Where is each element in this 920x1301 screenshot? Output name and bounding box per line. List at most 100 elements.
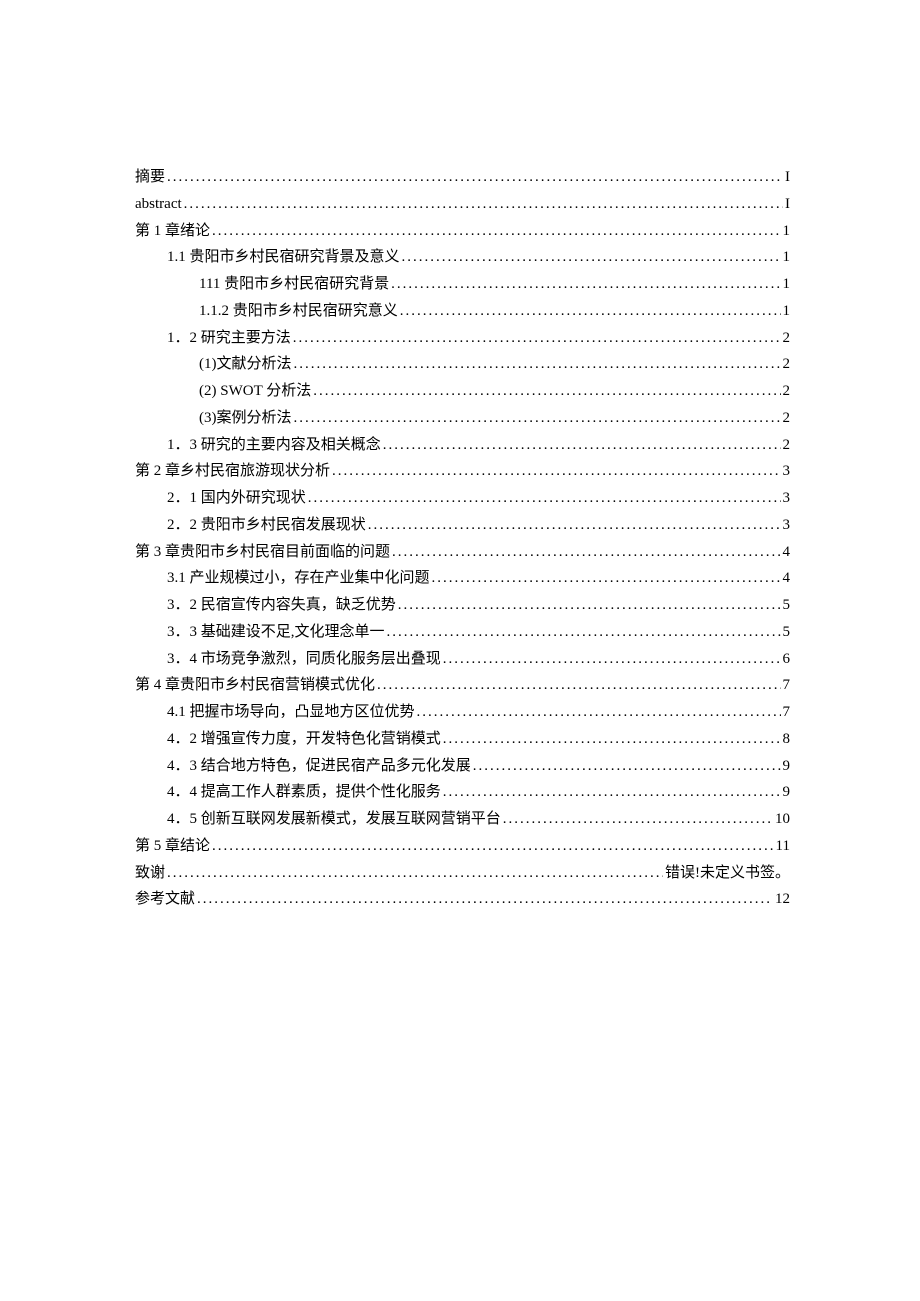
toc-entry-label: abstract — [135, 192, 182, 217]
toc-entry-page: I — [785, 165, 790, 190]
toc-entry-page: 2 — [783, 406, 791, 431]
toc-entry-page: 3 — [783, 459, 791, 484]
toc-leader-dots — [400, 299, 781, 324]
toc-entry-label: 1．3 研究的主要内容及相关概念 — [167, 433, 381, 458]
toc-entry: 1．3 研究的主要内容及相关概念 2 — [135, 433, 790, 458]
toc-entry-label: (2) SWOT 分析法 — [199, 379, 311, 404]
toc-entry: 4．4 提高工作人群素质，提供个性化服务 9 — [135, 780, 790, 805]
toc-entry: 4.1 把握市场导向，凸显地方区位优势 7 — [135, 700, 790, 725]
toc-leader-dots — [308, 486, 781, 511]
toc-entry-page: 2 — [783, 326, 791, 351]
toc-leader-dots — [443, 647, 781, 672]
toc-leader-dots — [402, 245, 781, 270]
toc-entry: 111 贵阳市乡村民宿研究背景 1 — [135, 272, 790, 297]
toc-leader-dots — [392, 540, 780, 565]
table-of-contents: 摘要Iabstract I第 1 章绪论 11.1 贵阳市乡村民宿研究背景及意义… — [135, 165, 790, 912]
toc-entry-page: 5 — [783, 620, 791, 645]
toc-entry: 2．2 贵阳市乡村民宿发展现状 3 — [135, 513, 790, 538]
toc-entry-label: (3)案例分析法 — [199, 406, 292, 431]
toc-entry: 2．1 国内外研究现状 3 — [135, 486, 790, 511]
toc-leader-dots — [417, 700, 781, 725]
toc-entry-label: 1.1 贵阳市乡村民宿研究背景及意义 — [167, 245, 400, 270]
toc-leader-dots — [473, 754, 781, 779]
toc-leader-dots — [443, 727, 781, 752]
toc-entry-page: 1 — [783, 272, 791, 297]
toc-entry: 参考文献 12 — [135, 887, 790, 912]
toc-entry-label: 第 5 章结论 — [135, 834, 210, 859]
toc-entry-page: 12 — [775, 887, 790, 912]
toc-entry-label: 4.1 把握市场导向，凸显地方区位优势 — [167, 700, 415, 725]
toc-leader-dots — [391, 272, 780, 297]
toc-entry: (3)案例分析法 2 — [135, 406, 790, 431]
toc-leader-dots — [383, 433, 781, 458]
toc-entry-page: 3 — [783, 486, 791, 511]
toc-entry-page: 2 — [783, 352, 791, 377]
toc-entry-page: 10 — [775, 807, 790, 832]
toc-entry-page: 9 — [783, 780, 791, 805]
toc-entry: 摘要 I — [135, 165, 790, 190]
toc-entry-page: 9 — [783, 754, 791, 779]
toc-leader-dots — [212, 834, 774, 859]
toc-leader-dots — [332, 459, 780, 484]
toc-leader-dots — [294, 352, 781, 377]
toc-entry: 4．3 结合地方特色，促进民宿产品多元化发展 9 — [135, 754, 790, 779]
toc-entry: 1.1 贵阳市乡村民宿研究背景及意义 1 — [135, 245, 790, 270]
toc-entry-page: 2 — [783, 379, 791, 404]
toc-entry-page: 8 — [783, 727, 791, 752]
toc-entry-page: 1 — [783, 219, 791, 244]
toc-entry-label: (1)文献分析法 — [199, 352, 292, 377]
toc-entry: 3．3 基础建设不足,文化理念单一 5 — [135, 620, 790, 645]
toc-entry-label: 第 1 章绪论 — [135, 219, 210, 244]
toc-entry: 1.1.2 贵阳市乡村民宿研究意义 1 — [135, 299, 790, 324]
toc-leader-dots — [293, 326, 781, 351]
toc-leader-dots — [313, 379, 780, 404]
toc-leader-dots — [167, 165, 783, 190]
toc-entry-page: 1 — [783, 245, 791, 270]
toc-entry-label: 致谢 — [135, 861, 165, 886]
toc-entry-label: 2．2 贵阳市乡村民宿发展现状 — [167, 513, 366, 538]
toc-entry: 第 4 章贵阳市乡村民宿营销模式优化 7 — [135, 673, 790, 698]
toc-entry-page: 11 — [776, 834, 790, 859]
toc-entry-label: 3．4 市场竞争激烈，同质化服务层出叠现 — [167, 647, 441, 672]
toc-entry-label: 4．4 提高工作人群素质，提供个性化服务 — [167, 780, 441, 805]
toc-entry-label: 摘要 — [135, 165, 165, 190]
toc-entry-page: 7 — [783, 700, 791, 725]
toc-entry-page: 2 — [783, 433, 791, 458]
toc-entry-label: 参考文献 — [135, 887, 195, 912]
toc-entry-page: 4 — [783, 566, 791, 591]
toc-leader-dots — [368, 513, 781, 538]
toc-entry-label: 3.1 产业规模过小，存在产业集中化问题 — [167, 566, 430, 591]
toc-entry: 3．2 民宿宣传内容失真，缺乏优势 5 — [135, 593, 790, 618]
toc-entry: 第 3 章贵阳市乡村民宿目前面临的问题 4 — [135, 540, 790, 565]
toc-entry-page: I — [785, 192, 790, 217]
toc-leader-dots — [432, 566, 781, 591]
toc-entry-page: 6 — [783, 647, 791, 672]
toc-entry: (2) SWOT 分析法 2 — [135, 379, 790, 404]
toc-entry-label: 第 2 章乡村民宿旅游现状分析 — [135, 459, 330, 484]
toc-entry: (1)文献分析法 2 — [135, 352, 790, 377]
toc-entry-page: 5 — [783, 593, 791, 618]
toc-entry-label: 1．2 研究主要方法 — [167, 326, 291, 351]
toc-leader-dots — [443, 780, 781, 805]
toc-entry-label: 4．3 结合地方特色，促进民宿产品多元化发展 — [167, 754, 471, 779]
toc-leader-dots — [398, 593, 781, 618]
toc-entry-label: 4．5 创新互联网发展新模式，发展互联网营销平台 — [167, 807, 501, 832]
toc-leader-dots — [294, 406, 781, 431]
toc-entry-label: 2．1 国内外研究现状 — [167, 486, 306, 511]
toc-entry-label: 3．3 基础建设不足,文化理念单一 — [167, 620, 385, 645]
toc-entry-page: 1 — [783, 299, 791, 324]
toc-leader-dots — [197, 887, 773, 912]
toc-entry-page: 7 — [783, 673, 791, 698]
toc-leader-dots — [387, 620, 781, 645]
toc-entry-label: 第 3 章贵阳市乡村民宿目前面临的问题 — [135, 540, 390, 565]
toc-leader-dots — [212, 219, 780, 244]
toc-entry: 3.1 产业规模过小，存在产业集中化问题 4 — [135, 566, 790, 591]
toc-entry: 第 5 章结论 11 — [135, 834, 790, 859]
toc-leader-dots — [184, 192, 783, 217]
toc-entry-label: 第 4 章贵阳市乡村民宿营销模式优化 — [135, 673, 375, 698]
toc-entry-label: 111 贵阳市乡村民宿研究背景 — [199, 272, 389, 297]
toc-entry: 3．4 市场竞争激烈，同质化服务层出叠现 6 — [135, 647, 790, 672]
toc-entry: abstract I — [135, 192, 790, 217]
toc-entry-page: 4 — [783, 540, 791, 565]
toc-entry-page: 错误!未定义书签。 — [665, 861, 790, 886]
